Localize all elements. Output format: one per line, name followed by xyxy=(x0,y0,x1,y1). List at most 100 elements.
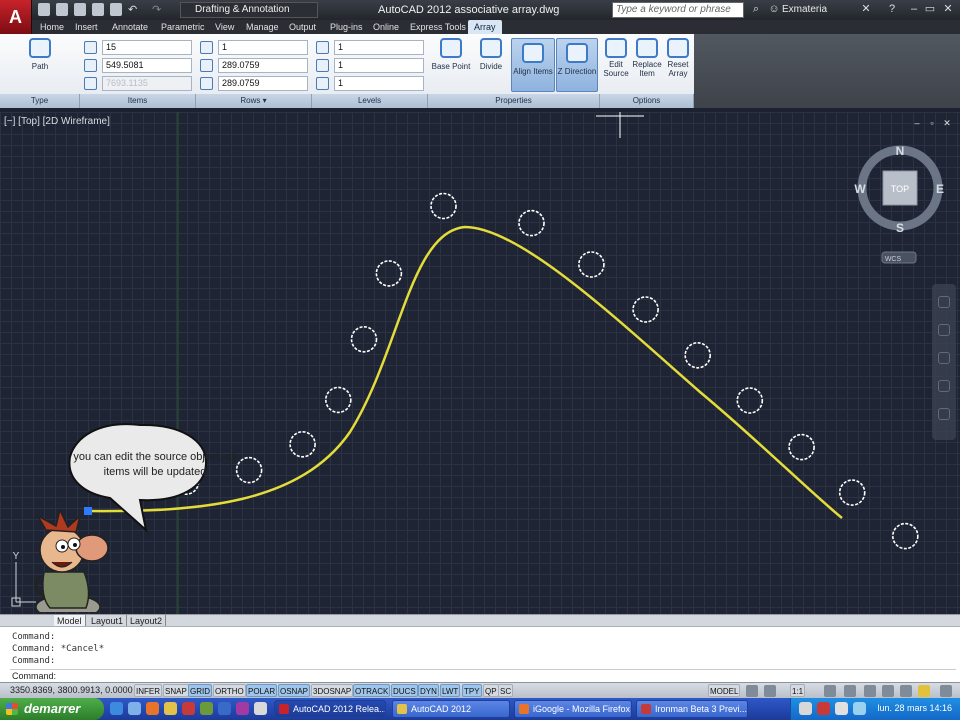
viewport-close-icon[interactable]: ✕ xyxy=(942,118,952,128)
help-icon[interactable]: ? xyxy=(884,2,900,17)
tab-plugins[interactable]: Plug-ins xyxy=(330,20,363,34)
array-item-circle[interactable] xyxy=(736,387,764,414)
app-icon[interactable] xyxy=(254,702,267,715)
array-item-circle[interactable] xyxy=(375,260,403,287)
model-space-button[interactable]: MODEL xyxy=(708,684,741,697)
tab-express-tools[interactable]: Express Tools xyxy=(410,20,466,34)
array-item-circle[interactable] xyxy=(838,479,866,506)
help-search-input[interactable]: Type a keyword or phrase xyxy=(612,2,744,18)
folder-icon[interactable] xyxy=(164,702,177,715)
items-count-input[interactable]: 15 xyxy=(102,40,192,55)
search-icon[interactable]: ⌕ xyxy=(748,2,764,17)
drawing-viewport[interactable]: [−] [Top] [2D Wireframe] – ▫ ✕ TOP N S E… xyxy=(0,112,960,614)
path-type-button[interactable]: Path xyxy=(22,38,58,90)
new-file-icon[interactable] xyxy=(38,3,50,16)
workspace-dropdown[interactable]: Drafting & Annotation xyxy=(180,2,318,18)
taskbar-item-ironman[interactable]: Ironman Beta 3 Previ... xyxy=(636,700,748,718)
app-icon[interactable] xyxy=(218,702,231,715)
reset-array-button[interactable]: Reset Array xyxy=(664,38,692,90)
status-toggle-grid[interactable]: GRID xyxy=(188,684,212,697)
open-file-icon[interactable] xyxy=(56,3,68,16)
tab-view[interactable]: View xyxy=(215,20,234,34)
showmotion-icon[interactable] xyxy=(938,408,950,420)
compass-west[interactable]: W xyxy=(854,182,866,196)
array-item-circle[interactable] xyxy=(632,296,659,323)
tab-parametric[interactable]: Parametric xyxy=(161,20,205,34)
compass-south[interactable]: S xyxy=(896,221,904,235)
app-icon[interactable] xyxy=(200,702,213,715)
status-toggle-polar[interactable]: POLAR xyxy=(246,684,278,697)
tab-manage[interactable]: Manage xyxy=(246,20,279,34)
close-icon[interactable]: ✕ xyxy=(940,2,956,17)
items-spacing-input[interactable]: 549.5081 xyxy=(102,58,192,73)
maximize-icon[interactable]: ▭ xyxy=(922,2,938,17)
steering-wheel-icon[interactable] xyxy=(938,296,950,308)
replace-item-button[interactable]: Replace Item xyxy=(632,38,662,90)
user-name[interactable]: Exmateria xyxy=(782,4,827,15)
clean-screen-icon[interactable] xyxy=(940,685,952,697)
array-item-circle[interactable] xyxy=(788,433,815,461)
compass-north[interactable]: N xyxy=(896,144,905,158)
pan-icon[interactable] xyxy=(938,324,950,336)
taskbar-item-autocad[interactable]: AutoCAD 2012 xyxy=(392,700,510,718)
z-direction-button[interactable]: Z Direction xyxy=(556,38,598,92)
auto-scale-icon[interactable] xyxy=(844,685,856,697)
quick-view-drawings-icon[interactable] xyxy=(764,685,776,697)
command-input[interactable]: Command: xyxy=(10,669,956,681)
tray-icon[interactable] xyxy=(799,702,812,715)
viewport-minimize-icon[interactable]: – xyxy=(912,118,922,128)
annotation-visibility-icon[interactable] xyxy=(824,685,836,697)
levels-total-input[interactable]: 1 xyxy=(334,76,424,91)
status-toggle-lwt[interactable]: LWT xyxy=(440,684,461,697)
ie-icon[interactable] xyxy=(110,702,123,715)
edit-source-button[interactable]: Edit Source xyxy=(602,38,630,90)
coordinate-readout[interactable]: 3350.8369, 3800.9913, 0.0000 xyxy=(10,685,133,695)
lock-icon[interactable] xyxy=(882,685,894,697)
zoom-icon[interactable] xyxy=(938,352,950,364)
minimize-icon[interactable]: – xyxy=(906,2,922,17)
status-toggle-infer[interactable]: INFER xyxy=(134,684,162,697)
array-item-circle[interactable] xyxy=(324,386,352,414)
array-item-circle[interactable] xyxy=(518,209,545,237)
tab-array[interactable]: Array xyxy=(468,20,502,34)
volume-icon[interactable] xyxy=(853,702,866,715)
array-item-circle[interactable] xyxy=(578,251,605,278)
status-toggle-3dosnap[interactable]: 3DOSNAP xyxy=(311,684,354,697)
tab-output[interactable]: Output xyxy=(289,20,316,34)
isolate-objects-icon[interactable] xyxy=(918,685,930,697)
taskbar-item-autocad-release[interactable]: AutoCAD 2012 Relea... xyxy=(274,700,386,718)
tab-home[interactable]: Home xyxy=(40,20,64,34)
tray-icon[interactable] xyxy=(817,702,830,715)
save-icon[interactable] xyxy=(74,3,86,16)
status-toggle-qp[interactable]: QP xyxy=(483,684,499,697)
status-toggle-snap[interactable]: SNAP xyxy=(163,684,189,697)
exchange-icon[interactable]: ✕ xyxy=(858,2,874,17)
array-item-circle[interactable] xyxy=(891,522,919,550)
status-toggle-osnap[interactable]: OSNAP xyxy=(278,684,311,697)
redo-icon[interactable]: ↷ xyxy=(152,3,164,16)
divide-button[interactable]: Divide xyxy=(476,38,506,90)
taskbar-item-firefox[interactable]: iGoogle - Mozilla Firefox xyxy=(514,700,632,718)
tab-insert[interactable]: Insert xyxy=(75,20,98,34)
levels-count-input[interactable]: 1 xyxy=(334,40,424,55)
array-item-circle[interactable] xyxy=(350,326,378,353)
array-item-circle[interactable] xyxy=(684,342,712,369)
viewcube[interactable]: TOP N S E W WCS xyxy=(852,140,948,266)
start-button[interactable]: demarrer xyxy=(0,698,104,720)
print-icon[interactable] xyxy=(110,3,122,16)
rows-total-input[interactable]: 289.0759 xyxy=(218,76,308,91)
tab-online[interactable]: Online xyxy=(373,20,399,34)
tray-icon[interactable] xyxy=(835,702,848,715)
undo-icon[interactable]: ↶ xyxy=(128,3,140,16)
status-toggle-tpy[interactable]: TPY xyxy=(462,684,482,697)
status-toggle-ducs[interactable]: DUCS xyxy=(391,684,418,697)
tab-annotate[interactable]: Annotate xyxy=(112,20,148,34)
status-toggle-dyn[interactable]: DYN xyxy=(418,684,439,697)
app-icon[interactable] xyxy=(236,702,249,715)
rows-spacing-input[interactable]: 289.0759 xyxy=(218,58,308,73)
show-desktop-icon[interactable] xyxy=(128,702,141,715)
status-toggle-sc[interactable]: SC xyxy=(498,684,514,697)
array-item-circle[interactable] xyxy=(235,456,263,484)
align-items-button[interactable]: Align Items xyxy=(511,38,555,92)
viewport-restore-icon[interactable]: ▫ xyxy=(927,118,937,128)
